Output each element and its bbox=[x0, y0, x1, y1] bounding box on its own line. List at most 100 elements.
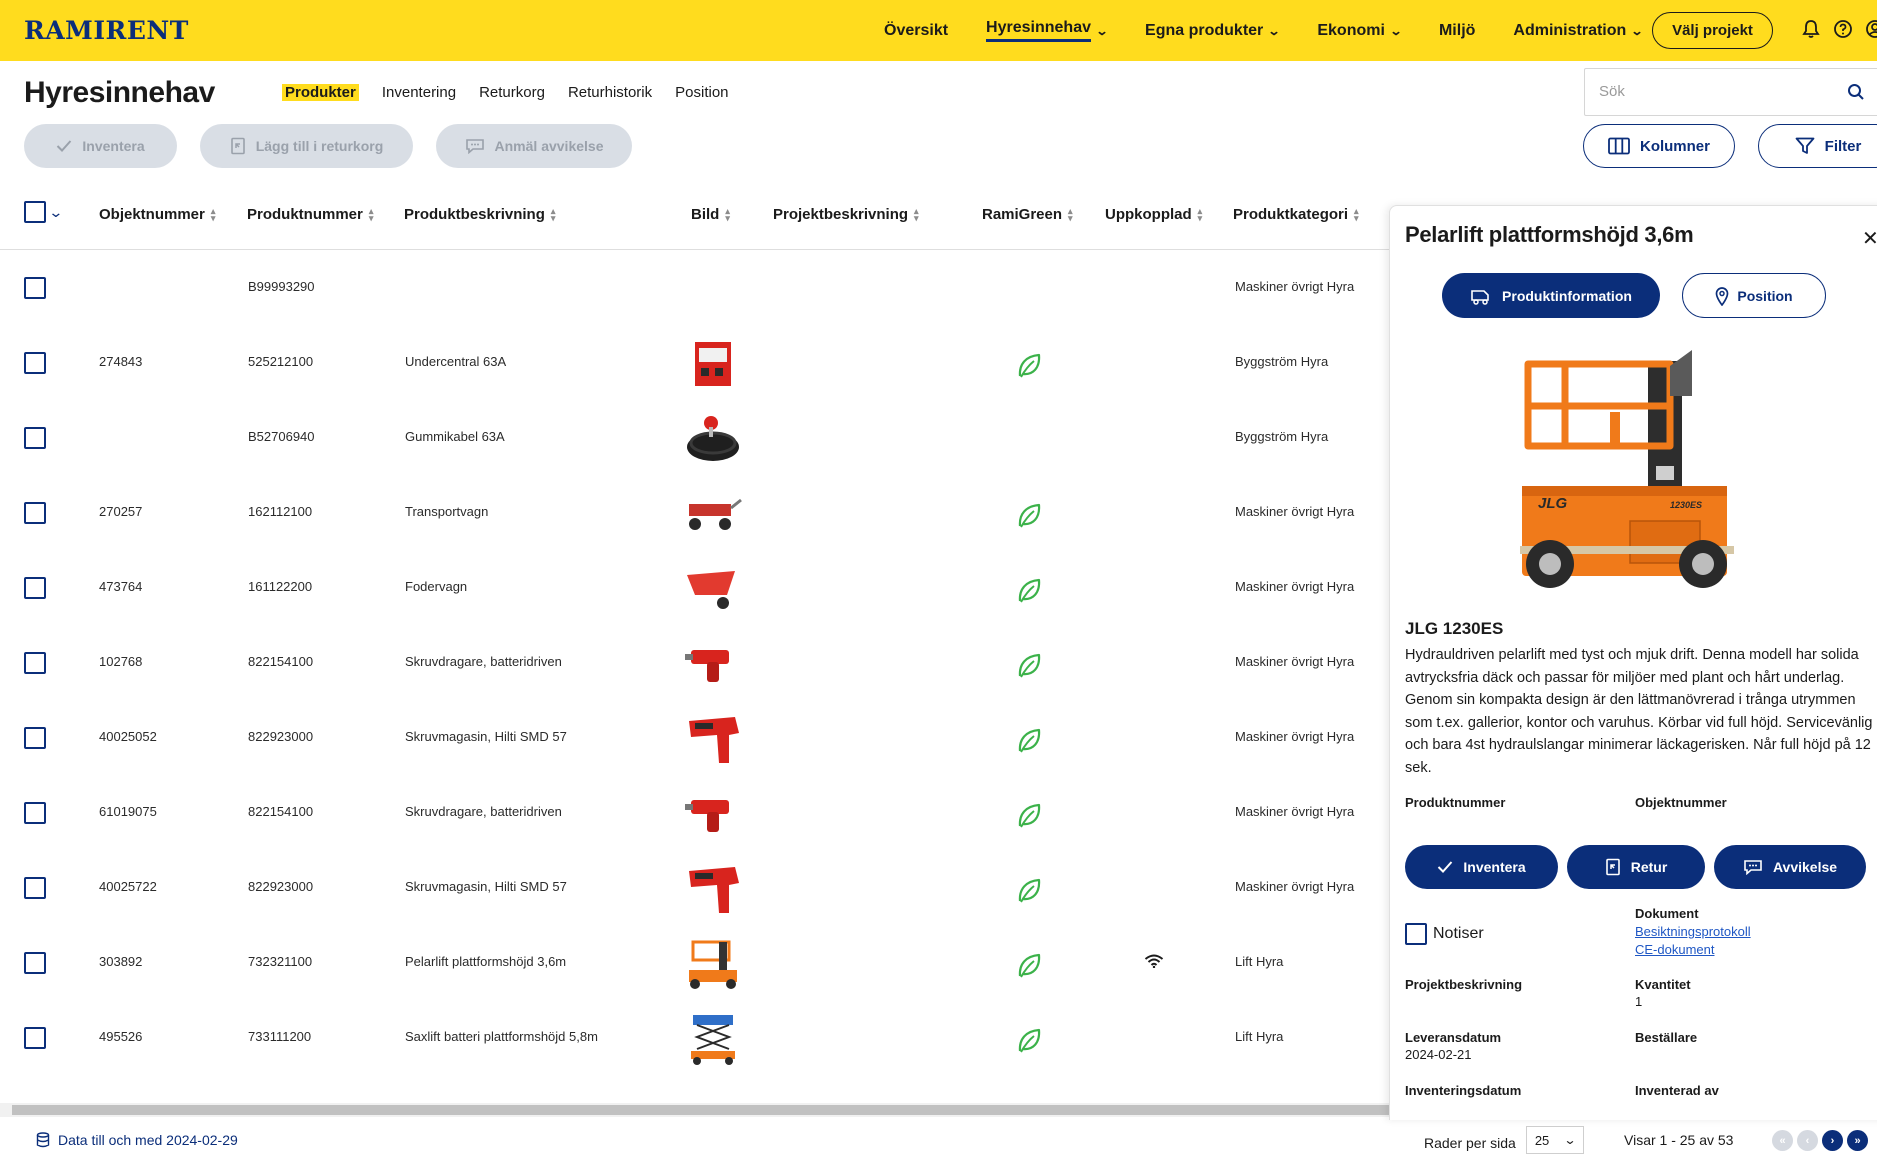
add-to-return-button[interactable]: Lägg till i returkorg bbox=[200, 124, 413, 168]
product-description: Hydrauldriven pelarlift med tyst och mju… bbox=[1405, 647, 1873, 776]
column-header-bild[interactable]: Bild ▴ ▾ bbox=[691, 206, 730, 223]
cell-produktnummer: 822923000 bbox=[248, 879, 314, 894]
tab-returhistorik[interactable]: Returhistorik bbox=[568, 84, 652, 101]
product-thumbnail[interactable] bbox=[683, 563, 743, 615]
row-checkbox[interactable] bbox=[24, 952, 46, 974]
leaf-icon bbox=[1016, 652, 1042, 685]
tab-inventering[interactable]: Inventering bbox=[382, 84, 456, 101]
table-row[interactable]: 40025052 822923000 Skruvmagasin, Hilti SMD… bbox=[0, 701, 1390, 776]
next-page-button[interactable]: › bbox=[1822, 1130, 1843, 1151]
column-header-objektnummer[interactable]: Objektnummer ▴ ▾ bbox=[99, 206, 215, 223]
select-project-button[interactable]: Välj projekt bbox=[1652, 12, 1773, 49]
table-row[interactable]: B52706940 Gummikabel 63A Byggström Hyra bbox=[0, 401, 1390, 476]
product-detail-panel: Pelarlift plattformshöjd 3,6m ✕ Produkti… bbox=[1389, 205, 1877, 1120]
prev-page-button[interactable]: ‹ bbox=[1797, 1130, 1818, 1151]
table-row[interactable]: 40025722 822923000 Skruvmagasin, Hilti SMD… bbox=[0, 851, 1390, 926]
product-thumbnail[interactable] bbox=[683, 338, 743, 390]
product-thumbnail[interactable] bbox=[683, 713, 743, 765]
chevron-down-icon: ⌄ bbox=[1095, 23, 1109, 38]
row-checkbox[interactable] bbox=[24, 502, 46, 524]
filter-button[interactable]: Filter bbox=[1758, 124, 1877, 168]
row-checkbox[interactable] bbox=[24, 352, 46, 374]
row-checkbox[interactable] bbox=[24, 577, 46, 599]
return-icon bbox=[230, 137, 245, 155]
panel-inventera-button[interactable]: Inventera bbox=[1405, 845, 1558, 889]
product-thumbnail[interactable] bbox=[683, 638, 743, 690]
product-thumbnail[interactable] bbox=[683, 863, 743, 915]
table-row[interactable]: 303892 732321100 Pelarlift plattformshöjd … bbox=[0, 926, 1390, 1001]
report-deviation-button[interactable]: Anmäl avvikelse bbox=[436, 124, 632, 168]
row-checkbox[interactable] bbox=[24, 427, 46, 449]
product-thumbnail[interactable] bbox=[683, 788, 743, 840]
button-label: Lägg till i returkorg bbox=[255, 138, 384, 154]
column-header-ramigreen[interactable]: RamiGreen ▴ ▾ bbox=[982, 206, 1073, 223]
table-row[interactable]: 270257 162112100 Transportvagn Maskiner övr… bbox=[0, 476, 1390, 551]
table-row[interactable]: 473764 161122200 Fodervagn Maskiner övrigt … bbox=[0, 551, 1390, 626]
tab-position[interactable]: Position bbox=[1682, 273, 1826, 318]
row-checkbox[interactable] bbox=[24, 727, 46, 749]
product-thumbnail[interactable] bbox=[683, 938, 743, 990]
rows-per-page: Rader per sida 25 ⌄ bbox=[1424, 1126, 1584, 1154]
first-page-button[interactable]: « bbox=[1772, 1130, 1793, 1151]
tab-product-info[interactable]: Produktinformation bbox=[1442, 273, 1660, 318]
row-checkbox[interactable] bbox=[24, 1027, 46, 1049]
notifications-toggle[interactable]: Notiser bbox=[1405, 923, 1484, 945]
search-icon[interactable] bbox=[1847, 83, 1865, 106]
table-row[interactable]: 61019075 822154100 Skruvdragare, batteridr… bbox=[0, 776, 1390, 851]
doc-link-besiktningsprotokoll[interactable]: Besiktningsprotokoll bbox=[1635, 924, 1751, 939]
table-row[interactable]: 102768 822154100 Skruvdragare, batteridriv… bbox=[0, 626, 1390, 701]
last-page-button[interactable]: » bbox=[1847, 1130, 1868, 1151]
horizontal-scrollbar[interactable] bbox=[0, 1103, 1390, 1117]
chevron-down-icon[interactable]: ⌄ bbox=[48, 204, 63, 221]
button-label: Inventera bbox=[82, 138, 145, 154]
pagination: « ‹ › » bbox=[1772, 1130, 1868, 1151]
column-header-produktkategori[interactable]: Produktkategori ▴ ▾ bbox=[1233, 206, 1359, 223]
bell-icon[interactable] bbox=[1800, 18, 1822, 40]
nav-administration[interactable]: Administration ⌄ bbox=[1513, 21, 1643, 40]
label-inventerad-av: Inventerad av bbox=[1635, 1083, 1719, 1098]
tab-position[interactable]: Position bbox=[675, 84, 728, 101]
nav-label: Miljö bbox=[1438, 21, 1476, 39]
column-label: Produktkategori bbox=[1233, 206, 1349, 223]
user-icon[interactable] bbox=[1864, 18, 1877, 40]
check-icon bbox=[1438, 861, 1453, 873]
help-icon[interactable] bbox=[1832, 18, 1854, 40]
panel-retur-button[interactable]: Retur bbox=[1567, 845, 1705, 889]
nav-oversikt[interactable]: Översikt bbox=[884, 22, 948, 40]
inventera-button[interactable]: Inventera bbox=[24, 124, 177, 168]
tab-returkorg[interactable]: Returkorg bbox=[479, 84, 545, 101]
nav-egna-produkter[interactable]: Egna produkter ⌄ bbox=[1145, 21, 1281, 40]
column-header-produktbeskrivning[interactable]: Produktbeskrivning ▴ ▾ bbox=[404, 206, 555, 223]
nav-miljo[interactable]: Miljö bbox=[1439, 22, 1475, 40]
ramirent-logo[interactable]: RAMIRENT bbox=[24, 16, 189, 45]
close-icon[interactable]: ✕ bbox=[1862, 226, 1877, 251]
product-thumbnail[interactable] bbox=[683, 1013, 743, 1065]
column-header-projektbeskrivning[interactable]: Projektbeskrivning ▴ ▾ bbox=[773, 206, 919, 223]
tab-label: Produktinformation bbox=[1502, 287, 1632, 304]
cell-produktnummer: 162112100 bbox=[248, 504, 313, 519]
column-header-produktnummer[interactable]: Produktnummer ▴ ▾ bbox=[247, 206, 373, 223]
nav-ekonomi[interactable]: Ekonomi ⌄ bbox=[1317, 22, 1402, 40]
product-thumbnail[interactable] bbox=[683, 413, 743, 465]
panel-avvikelse-button[interactable]: Avvikelse bbox=[1714, 845, 1866, 889]
row-checkbox[interactable] bbox=[24, 652, 46, 674]
product-thumbnail[interactable] bbox=[683, 488, 743, 540]
tab-produkter[interactable]: Produkter bbox=[282, 84, 359, 101]
rows-per-page-select[interactable]: 25 ⌄ bbox=[1525, 1126, 1584, 1154]
table-row[interactable]: B99993290 Maskiner övrigt Hyra bbox=[0, 251, 1390, 326]
nav-hyresinnehav[interactable]: Hyresinnehav ⌄ bbox=[986, 19, 1109, 42]
table-row[interactable]: 274843 525212100 Undercentral 63A Byggström… bbox=[0, 326, 1390, 401]
doc-link-ce-dokument[interactable]: CE-dokument bbox=[1635, 942, 1714, 957]
row-checkbox[interactable] bbox=[24, 877, 46, 899]
table-row[interactable]: 495526 733111200 Saxlift batteri plattform… bbox=[0, 1001, 1390, 1076]
select-all-checkbox[interactable] bbox=[24, 201, 46, 223]
row-checkbox[interactable] bbox=[24, 277, 46, 299]
columns-button[interactable]: Kolumner bbox=[1583, 124, 1735, 168]
notifications-checkbox[interactable] bbox=[1405, 923, 1427, 945]
nav-label: Administration bbox=[1513, 21, 1627, 39]
nav-label: Egna produkter bbox=[1145, 21, 1264, 39]
scrollbar-thumb[interactable] bbox=[12, 1105, 1390, 1115]
search-input[interactable] bbox=[1599, 83, 1799, 100]
row-checkbox[interactable] bbox=[24, 802, 46, 824]
column-header-uppkopplad[interactable]: Uppkopplad ▴ ▾ bbox=[1105, 206, 1202, 223]
